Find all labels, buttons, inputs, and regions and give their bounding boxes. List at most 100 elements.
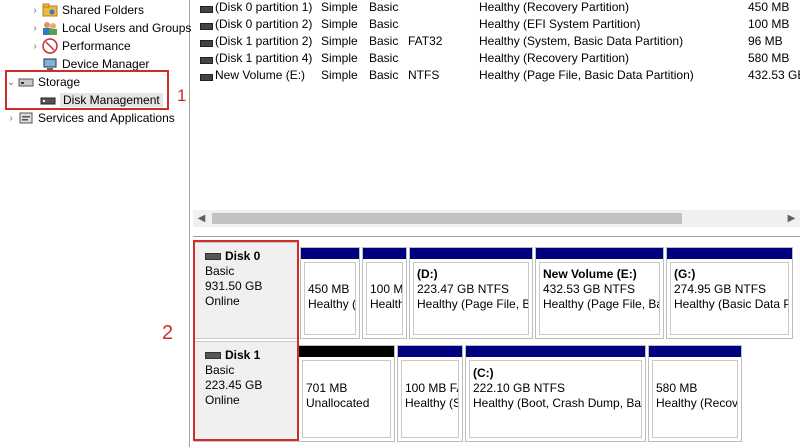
partition-size: 100 M [370,282,403,296]
volume-icon [200,6,213,13]
partition-status: Healthy (S [405,396,459,410]
volume-status: Healthy (System, Basic Data Partition) [479,34,684,48]
partition-title: (G:) [674,267,696,281]
volume-status: Healthy (EFI System Partition) [479,17,641,31]
partition-title: (C:) [473,366,494,380]
partition-status: Healthy ( [308,297,356,311]
tree-item-shared-folders[interactable]: › Shared Folders [28,1,144,19]
partition-block[interactable]: (C:) 222.10 GB NTFS Healthy (Boot, Crash… [465,345,646,442]
partition-header-bar [649,346,741,357]
volume-capacity: 100 MB [748,17,790,31]
partition-content: (C:) 222.10 GB NTFS Healthy (Boot, Crash… [469,360,642,438]
partition-header-bar [536,248,663,259]
volume-status: Healthy (Recovery Partition) [479,51,630,65]
volume-row[interactable]: (Disk 0 partition 1) Simple Basic Health… [193,0,800,17]
partition-size: 432.53 GB NTFS [543,282,636,296]
annotation-box-1 [5,70,169,110]
annotation-marker-1: 1 [177,86,187,105]
volume-icon [200,23,213,30]
partition-content: (G:) 274.95 GB NTFS Healthy (Basic Data … [670,262,789,335]
chevron-right-icon[interactable]: › [28,5,42,16]
services-icon [18,110,34,126]
partition-content: 580 MB Healthy (Recov [652,360,738,438]
partition-block[interactable]: (D:) 223.47 GB NTFS Healthy (Page File, … [409,247,533,339]
partition-status: Unallocated [306,396,370,410]
partition-content: (D:) 223.47 GB NTFS Healthy (Page File, … [413,262,529,335]
partition-size: 701 MB [306,381,348,395]
scrollbar-thumb[interactable] [212,213,682,224]
partition-header-bar [398,346,462,357]
chevron-right-icon[interactable]: › [28,41,42,52]
partition-header-bar [466,346,645,357]
partition-block-unallocated[interactable]: 701 MB Unallocated [298,345,395,442]
partition-block[interactable]: 100 MB FA Healthy (S [397,345,463,442]
partition-header-bar [410,248,532,259]
tree-item-label: Services and Applications [38,111,175,125]
volume-name: (Disk 0 partition 1) [215,0,313,14]
volume-status: Healthy (Recovery Partition) [479,0,630,14]
partition-size: 223.47 GB NTFS [417,282,510,296]
shared-folder-icon [42,2,58,18]
volume-row[interactable]: (Disk 1 partition 4) Simple Basic Health… [193,51,800,68]
partition-size: 450 MB [308,282,350,296]
tree-item-label: Shared Folders [62,3,145,17]
volume-type: Basic [369,51,399,65]
tree-item-local-users[interactable]: › Local Users and Groups [28,19,191,37]
partition-content: 100 M Health [366,262,403,335]
performance-icon [42,38,58,54]
partition-content: 701 MB Unallocated [302,360,391,438]
volume-row[interactable]: New Volume (E:) Simple Basic NTFS Health… [193,68,800,85]
horizontal-scrollbar[interactable]: ◀ ▶ [193,210,800,227]
scroll-left-icon[interactable]: ◀ [193,210,210,227]
partition-block[interactable]: (G:) 274.95 GB NTFS Healthy (Basic Data … [666,247,793,339]
partition-block[interactable]: 450 MB Healthy ( [300,247,360,339]
partition-title: (D:) [417,267,438,281]
volume-row[interactable]: (Disk 0 partition 2) Simple Basic Health… [193,17,800,34]
scroll-right-icon[interactable]: ▶ [783,210,800,227]
partition-status: Healthy (Basic Data P [674,297,789,311]
partition-status: Health [370,297,403,311]
partition-content: 450 MB Healthy ( [304,262,356,335]
console-tree: › Shared Folders › Local Users and Group… [0,0,191,447]
volume-icon [200,74,213,81]
volume-layout: Simple [321,0,358,14]
partition-block[interactable]: 580 MB Healthy (Recov [648,345,742,442]
volume-capacity: 96 MB [748,34,783,48]
tree-item-performance[interactable]: › Performance [28,37,131,55]
volume-layout: Simple [321,17,358,31]
volume-capacity: 580 MB [748,51,790,65]
partition-header-bar [299,346,394,357]
users-icon [42,20,58,36]
partition-status: Healthy (Page File, B [417,297,529,311]
annotation-box-2 [193,240,299,441]
volume-name: (Disk 1 partition 2) [215,34,313,48]
volume-type: Basic [369,0,399,14]
partition-size: 274.95 GB NTFS [674,282,767,296]
chevron-right-icon[interactable]: › [28,23,42,34]
partition-status: Healthy (Boot, Crash Dump, Bas [473,396,642,410]
volume-status: Healthy (Page File, Basic Data Partition… [479,68,694,82]
volume-type: Basic [369,34,399,48]
chevron-right-icon[interactable]: › [4,113,18,124]
partition-size: 222.10 GB NTFS [473,381,566,395]
partition-block[interactable]: 100 M Health [362,247,407,339]
partition-title: New Volume (E:) [543,267,637,281]
volume-layout: Simple [321,34,358,48]
partition-size: 100 MB FA [405,381,459,395]
volume-fs: FAT32 [408,34,443,48]
tree-item-services[interactable]: › Services and Applications [4,109,175,127]
volume-icon [200,40,213,47]
partition-content: 100 MB FA Healthy (S [401,360,459,438]
partition-block[interactable]: New Volume (E:) 432.53 GB NTFS Healthy (… [535,247,664,339]
volume-list: (Disk 0 partition 1) Simple Basic Health… [193,0,800,232]
tree-item-label: Device Manager [62,57,150,71]
partition-status: Healthy (Page File, Bas [543,297,660,311]
volume-name: New Volume (E:) [215,68,306,82]
volume-icon [200,57,213,64]
volume-capacity: 450 MB [748,0,790,14]
partition-header-bar [667,248,792,259]
partition-header-bar [363,248,406,259]
partition-size: 580 MB [656,381,698,395]
volume-row[interactable]: (Disk 1 partition 2) Simple Basic FAT32 … [193,34,800,51]
partition-status: Healthy (Recov [656,396,738,410]
